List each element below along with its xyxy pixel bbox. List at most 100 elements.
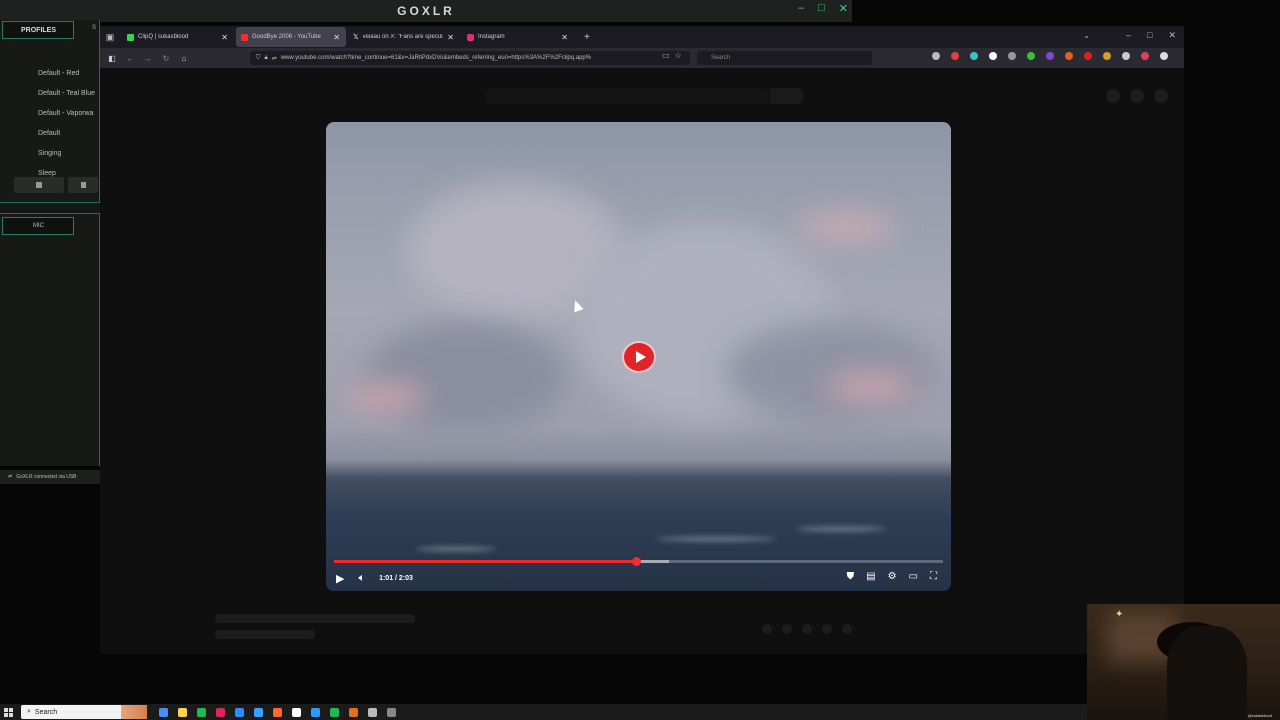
taskbar-app-icon[interactable] — [235, 707, 244, 717]
video-player[interactable]: ▶ 🔈︎ 1:01 / 2:03 ⛊ ▤ ⚙ ▭ ⛶ — [326, 122, 951, 591]
profile-item[interactable]: Sleep — [0, 167, 100, 177]
taskbar-app-icon[interactable] — [349, 707, 358, 717]
taskbar-search[interactable]: ⌕ Search — [21, 705, 147, 719]
big-play-button[interactable] — [622, 341, 656, 373]
tab-list-icon[interactable]: ⌄ — [1083, 31, 1090, 40]
taskbar-app-icon[interactable] — [159, 707, 168, 717]
taskbar-app-icon[interactable] — [254, 707, 263, 717]
tab-second[interactable]: S — [92, 25, 96, 31]
action-placeholders — [762, 624, 852, 634]
extension-icon[interactable] — [1084, 52, 1092, 60]
extension-icon[interactable] — [932, 52, 940, 60]
close-tab-icon[interactable]: ✕ — [333, 33, 340, 42]
search-highlight-image — [121, 705, 147, 719]
usb-icon: ⇌ — [8, 474, 13, 480]
copy-profile-button[interactable] — [68, 177, 98, 193]
tab-label: Instagram — [478, 34, 505, 40]
fullscreen-icon[interactable]: ⛶ — [930, 571, 937, 582]
extension-icon[interactable] — [989, 52, 997, 60]
back-icon[interactable]: ← — [124, 54, 136, 63]
new-tab-button[interactable]: + — [584, 32, 590, 43]
progress-bar[interactable] — [334, 557, 943, 566]
theater-mode-icon[interactable]: ▭ — [909, 571, 918, 582]
taskbar-app-icon[interactable] — [178, 707, 187, 717]
sidebar-toggle-icon[interactable]: ▣ — [100, 32, 120, 43]
tab-profiles[interactable]: PROFILES — [2, 21, 74, 39]
header-action-icon[interactable] — [1130, 89, 1144, 103]
search-icon: ⌕ — [27, 708, 31, 715]
extension-icon[interactable] — [1008, 52, 1016, 60]
profile-item[interactable]: Default - Red — [0, 67, 100, 87]
url-actions: ▭ ☆ — [662, 51, 682, 60]
minimize-icon[interactable]: – — [798, 2, 804, 15]
subtitles-icon[interactable]: ▤ — [866, 571, 875, 582]
youtube-search-input[interactable] — [484, 88, 770, 104]
taskbar-app-icon[interactable] — [330, 707, 339, 717]
reload-icon[interactable]: ↻ — [160, 54, 172, 63]
sponsor-shield-icon[interactable]: ⛊ — [847, 571, 855, 582]
taskbar-search-label: Search — [34, 708, 58, 716]
close-icon[interactable]: ✕ — [1168, 30, 1176, 41]
play-button[interactable]: ▶ — [336, 572, 344, 585]
save-profile-button[interactable] — [14, 177, 64, 193]
close-tab-icon[interactable]: ✕ — [561, 33, 568, 42]
tab-label: GoodBye 2006 - YouTube — [252, 34, 321, 40]
taskbar-app-icon[interactable] — [387, 707, 396, 717]
settings-gear-icon[interactable]: ⚙ — [888, 571, 897, 582]
extension-icon[interactable] — [1103, 52, 1111, 60]
permissions-icon[interactable]: ⇌ — [272, 55, 277, 62]
url-text[interactable]: www.youtube.com/watch?time_continue=61&v… — [281, 55, 591, 61]
webcam-overlay: ✦ @sukasblood — [1087, 604, 1280, 720]
tab-mic[interactable]: MIC — [2, 217, 74, 235]
volume-icon[interactable]: 🔈︎ — [358, 572, 365, 585]
youtube-page: ▶ 🔈︎ 1:01 / 2:03 ⛊ ▤ ⚙ ▭ ⛶ — [100, 68, 1184, 654]
avatar[interactable] — [1154, 89, 1168, 103]
lock-icon[interactable]: 🔒︎ — [265, 55, 268, 62]
tab-instagram[interactable]: Instagram ✕ — [462, 27, 574, 47]
profile-item[interactable]: Default — [0, 127, 100, 147]
profile-item[interactable]: Singing — [0, 147, 100, 167]
extension-icon[interactable] — [970, 52, 978, 60]
youtube-search-button[interactable] — [770, 88, 804, 104]
extension-icon[interactable] — [1065, 52, 1073, 60]
extension-icon[interactable] — [1141, 52, 1149, 60]
taskbar-app-icon[interactable] — [311, 707, 320, 717]
taskbar-app-icon[interactable] — [216, 707, 225, 717]
close-tab-icon[interactable]: ✕ — [221, 33, 228, 42]
profile-item[interactable]: Default - Vaporwa — [0, 107, 100, 127]
shield-icon[interactable]: ⛉ — [256, 55, 261, 62]
header-action-icon[interactable] — [1106, 89, 1120, 103]
close-tab-icon[interactable]: ✕ — [447, 33, 454, 42]
extension-icon[interactable] — [1122, 52, 1130, 60]
taskbar-app-icon[interactable] — [197, 707, 206, 717]
action-placeholder — [782, 624, 792, 634]
home-icon[interactable]: ⌂ — [178, 54, 190, 63]
profile-item[interactable]: Default - Teal Blue — [0, 87, 100, 107]
windows-start-icon[interactable] — [4, 707, 13, 717]
extension-icon[interactable] — [951, 52, 959, 60]
address-bar[interactable]: ⛉ 🔒︎ ⇌ www.youtube.com/watch?time_contin… — [250, 51, 690, 65]
scrubber-handle[interactable] — [632, 557, 642, 566]
search-input[interactable]: Search — [697, 51, 872, 65]
tab-clipq[interactable]: ClipQ | sukasblood ✕ — [122, 27, 234, 47]
horizon-line — [326, 492, 951, 495]
bookmark-star-icon[interactable]: ☆ — [675, 51, 682, 60]
screenshot-icon[interactable]: ▭ — [662, 51, 670, 60]
goxlr-title-bar: GOXLR – □ ✕ — [0, 0, 852, 22]
tab-youtube[interactable]: GoodBye 2006 - YouTube ✕ — [236, 27, 346, 47]
connection-status: ⇌ GoXLR connected via USB — [0, 470, 100, 484]
extension-icon[interactable] — [1046, 52, 1054, 60]
youtube-header-actions — [1106, 89, 1168, 103]
forward-icon[interactable]: → — [142, 54, 154, 63]
maximize-icon[interactable]: □ — [1147, 30, 1152, 41]
extension-icon[interactable] — [1027, 52, 1035, 60]
taskbar-app-icon[interactable] — [273, 707, 282, 717]
sidebar-panel-icon[interactable]: ◧ — [106, 54, 118, 63]
tab-x[interactable]: 𝕏 veiaau on X: "Fans are speculati ✕ — [348, 27, 460, 47]
maximize-icon[interactable]: □ — [818, 2, 825, 15]
close-icon[interactable]: ✕ — [839, 2, 848, 15]
extension-icon[interactable] — [1160, 52, 1168, 60]
minimize-icon[interactable]: – — [1126, 30, 1131, 41]
taskbar-app-icon[interactable] — [368, 707, 377, 717]
taskbar-app-icon[interactable] — [292, 707, 301, 717]
